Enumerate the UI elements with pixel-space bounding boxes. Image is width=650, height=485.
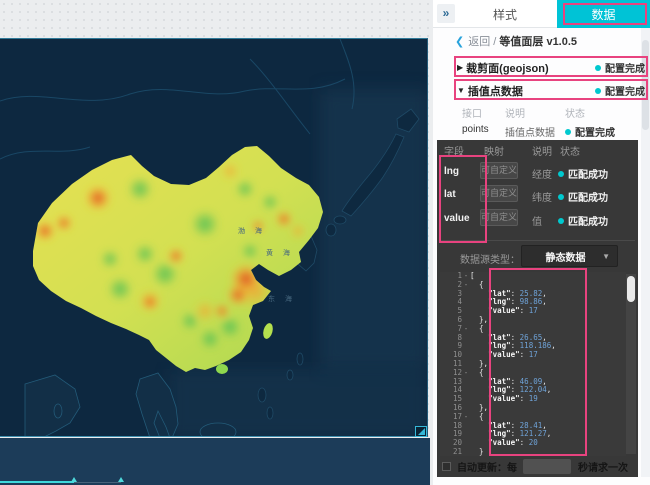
editor-scrollbar-thumb[interactable] (627, 276, 635, 302)
timeline-marker[interactable] (71, 477, 77, 482)
collapse-panel-button[interactable]: » (437, 4, 455, 23)
auto-update-suffix: 秒请求一次 (578, 459, 628, 474)
heatmap-svg (0, 39, 428, 437)
section-label: 裁剪面(geojson) (466, 60, 549, 76)
section-clip-geojson[interactable]: ▶ 裁剪面(geojson) 配置完成 (457, 59, 645, 76)
field-lng: lng (444, 166, 459, 177)
col-field-status: 状态 (560, 143, 580, 158)
status-dot-icon (558, 218, 564, 224)
col-desc: 说明 (505, 105, 525, 120)
panel-footer (433, 477, 650, 485)
mapping-button-lat[interactable]: 可自定义 (480, 185, 518, 202)
timeline-marker[interactable] (118, 477, 124, 482)
code-line: 5 "value": 17 (440, 307, 626, 316)
code-lines: 1-[2- {3 "lat": 25.82,4 "lng": 98.86,5 "… (440, 272, 626, 456)
chevron-down-icon: ▼ (602, 252, 610, 261)
collapsed-arrow-icon: ▶ (457, 63, 463, 72)
status-dot-icon (565, 129, 571, 135)
layer-title: 等值面层 v1.0.5 (499, 36, 577, 48)
field-status-lng: 匹配成功 (558, 166, 608, 181)
auto-update-interval-input[interactable] (523, 459, 571, 474)
divider (440, 240, 635, 241)
status-dot-icon (558, 171, 564, 177)
col-mapping: 映射 (484, 143, 504, 158)
status-dot-icon (595, 88, 601, 94)
datasource-select[interactable]: 静态数据 ▼ (521, 245, 618, 267)
section-interp-points[interactable]: ▼ 插值点数据 配置完成 (457, 82, 645, 99)
mapping-button-lng[interactable]: 可自定义 (480, 162, 518, 179)
tab-style-label: 样式 (493, 6, 517, 23)
map-resize-handle-icon[interactable] (415, 426, 427, 437)
code-line: 10 "value": 17 (440, 351, 626, 360)
col-status: 状态 (565, 105, 585, 120)
col-field: 字段 (444, 143, 464, 158)
breadcrumb-separator: / (490, 36, 499, 48)
static-data-code-editor[interactable]: 1-[2- {3 "lat": 25.82,4 "lng": 98.86,5 "… (440, 272, 626, 456)
field-desc-value: 值 (532, 213, 542, 228)
col-field-desc: 说明 (532, 143, 552, 158)
back-link[interactable]: 返回 (468, 36, 490, 48)
field-desc-lat: 纬度 (532, 189, 552, 204)
timeline-strip (0, 438, 430, 485)
expanded-arrow-icon: ▼ (457, 86, 465, 95)
code-line: 20 "value": 20 (440, 439, 626, 448)
status-text: 配置完成 (605, 83, 645, 98)
field-status-lat: 匹配成功 (558, 189, 608, 204)
tab-style[interactable]: 样式 (455, 0, 555, 28)
tab-data[interactable]: 数据 (557, 0, 650, 28)
mapping-button-value[interactable]: 可自定义 (480, 209, 518, 226)
breadcrumb: ❮ 返回 / 等值面层 v1.0.5 (455, 33, 645, 49)
map-canvas[interactable]: 渤 海 黄 海 东 海 (0, 38, 428, 437)
interface-desc: 插值点数据 (505, 124, 555, 139)
status-text: 配置完成 (605, 60, 645, 75)
tab-data-label: 数据 (591, 6, 615, 23)
field-value: value (444, 213, 470, 224)
field-desc-lng: 经度 (532, 166, 552, 181)
code-line: 21 } (440, 448, 626, 456)
section-label: 插值点数据 (468, 83, 523, 99)
back-arrow-icon[interactable]: ❮ (455, 36, 464, 48)
datasource-selected: 静态数据 (529, 249, 602, 264)
interface-status: 配置完成 (565, 124, 615, 139)
timeline-track[interactable] (74, 482, 121, 483)
status-dot-icon (558, 194, 564, 200)
code-line: 15 "value": 19 (440, 395, 626, 404)
auto-update-checkbox[interactable] (442, 462, 451, 471)
timeline-progress[interactable] (0, 481, 74, 483)
field-status-value: 匹配成功 (558, 213, 608, 228)
status-dot-icon (595, 65, 601, 71)
interface-name: points (462, 124, 489, 135)
field-lat: lat (444, 189, 456, 200)
datasource-type-label: 数据源类型： (460, 251, 520, 266)
auto-update-row: 自动更新：每 秒请求一次 (437, 456, 638, 477)
col-interface: 接口 (462, 105, 482, 120)
auto-update-label: 自动更新：每 (457, 459, 517, 474)
